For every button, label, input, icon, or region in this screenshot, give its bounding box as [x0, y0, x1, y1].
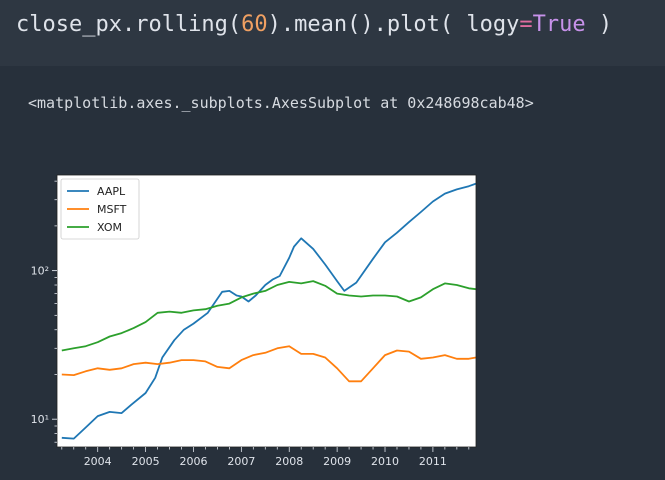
code-token-constant: True [532, 12, 586, 37]
x-tick-label: 2010 [371, 455, 399, 468]
y-tick-label: 10¹ [31, 413, 49, 426]
plot-figure: 10¹ 10² 2004 2005 2006 2007 2008 2009 2010 2011 AA… [0, 160, 665, 476]
x-tick-label: 2004 [84, 455, 112, 468]
x-tick-label: 2005 [132, 455, 160, 468]
y-tick-label: 10² [31, 265, 49, 278]
code-token: ) [585, 12, 613, 37]
legend-label-aapl: AAPL [97, 185, 126, 198]
code-line[interactable]: close_px.rolling(60).mean().plot( logy=T… [16, 12, 612, 37]
x-tick-label: 2008 [275, 455, 303, 468]
code-token-number: 60 [241, 12, 268, 37]
code-token: ).mean().plot( logy [267, 12, 520, 37]
x-tick-label: 2007 [227, 455, 255, 468]
code-token-operator: = [519, 12, 533, 37]
x-tick-label: 2009 [323, 455, 351, 468]
code-token: close_px.rolling( [16, 12, 242, 37]
legend-label-msft: MSFT [97, 203, 127, 216]
x-tick-label: 2011 [419, 455, 447, 468]
output-repr-text: <matplotlib.axes._subplots.AxesSubplot a… [28, 94, 534, 112]
x-tick-label: 2006 [179, 455, 207, 468]
line-chart: 10¹ 10² 2004 2005 2006 2007 2008 2009 2010 2011 AA… [31, 174, 477, 468]
legend-label-xom: XOM [97, 221, 122, 234]
code-cell[interactable]: close_px.rolling(60).mean().plot( logy=T… [0, 0, 665, 66]
